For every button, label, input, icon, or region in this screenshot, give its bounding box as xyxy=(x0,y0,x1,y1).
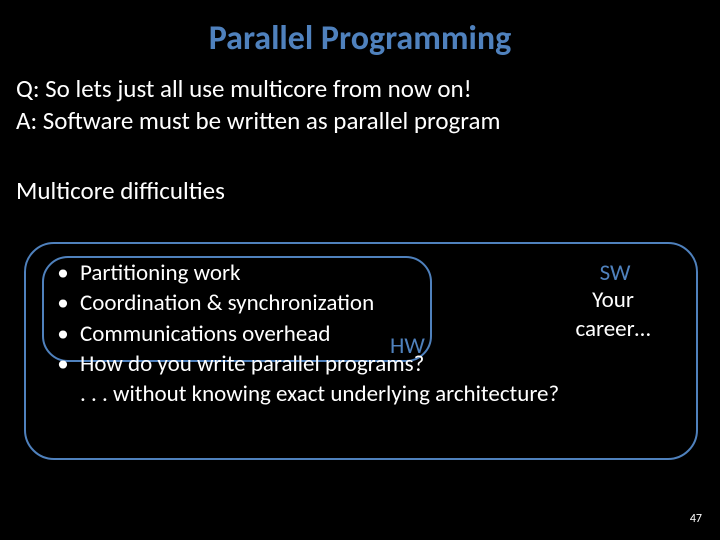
qa-block: Q: So lets just all use multicore from n… xyxy=(14,73,706,137)
bullet-icon: • xyxy=(46,258,80,288)
sw-label: SW xyxy=(570,259,660,287)
slide: Parallel Programming Q: So lets just all… xyxy=(0,0,720,540)
list-item: • How do you write parallel programs? xyxy=(46,349,686,379)
page-number: 47 xyxy=(690,512,702,526)
answer-line: A: Software must be written as parallel … xyxy=(16,105,704,137)
career-line2: career… xyxy=(548,315,678,344)
bullet-icon: • xyxy=(46,349,80,379)
bullet-text: Partitioning work xyxy=(80,258,240,288)
bullet-continuation: . . . without knowing exact underlying a… xyxy=(46,379,686,409)
bullet-text: How do you write parallel programs? xyxy=(80,349,424,379)
career-line1: Your xyxy=(548,286,678,315)
slide-title: Parallel Programming xyxy=(14,18,706,59)
question-line: Q: So lets just all use multicore from n… xyxy=(16,73,704,105)
hw-label: HW xyxy=(390,332,425,360)
career-annotation: Your career… xyxy=(548,286,678,345)
multicore-heading: Multicore difficulties xyxy=(14,175,706,206)
bullet-text: Coordination & synchronization xyxy=(80,288,374,318)
bullet-icon: • xyxy=(46,319,80,349)
bullet-icon: • xyxy=(46,288,80,318)
bullet-text: Communications overhead xyxy=(80,319,330,349)
